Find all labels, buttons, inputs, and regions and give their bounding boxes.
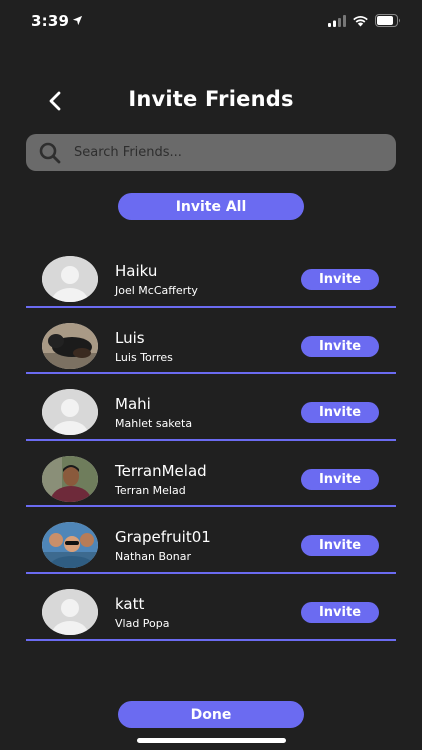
wifi-icon [353, 15, 368, 26]
location-arrow-icon [72, 15, 83, 26]
search-icon [39, 142, 61, 163]
friend-fullname: Luis Torres [115, 350, 173, 364]
friend-fullname: Terran Melad [115, 483, 186, 497]
group-photo-avatar [42, 522, 98, 569]
friend-names: Mahi Mahlet saketa [115, 394, 192, 432]
status-time: 3:39 [31, 12, 70, 30]
person-photo-avatar [42, 455, 98, 502]
invite-button[interactable]: Invite [301, 269, 379, 290]
friend-names: Luis Luis Torres [115, 328, 173, 366]
friend-row: Grapefruit01 Nathan Bonar Invite [26, 507, 396, 574]
friend-row: Mahi Mahlet saketa Invite [26, 374, 396, 441]
invite-all-button[interactable]: Invite All [118, 193, 304, 220]
friend-fullname: Joel McCafferty [115, 284, 198, 297]
default-avatar-icon [42, 588, 98, 635]
friend-username: Luis [115, 328, 145, 347]
friend-row: Luis Luis Torres Invite [26, 308, 396, 375]
friend-username: TerranMelad [115, 461, 207, 480]
invite-button[interactable]: Invite [301, 535, 379, 557]
search-bar[interactable] [26, 134, 396, 171]
invite-button[interactable]: Invite [301, 335, 379, 357]
friend-fullname: Vlad Popa [115, 616, 170, 630]
friend-names: Grapefruit01 Nathan Bonar [115, 527, 211, 565]
invite-button[interactable]: Invite [301, 468, 379, 490]
signal-icon [328, 14, 346, 27]
friend-username: Haiku [115, 262, 158, 280]
invite-button[interactable]: Invite [301, 601, 379, 623]
friend-row: katt Vlad Popa Invite [26, 574, 396, 641]
friend-username: katt [115, 594, 145, 613]
default-avatar-icon [42, 256, 98, 302]
friend-names: katt Vlad Popa [115, 594, 170, 632]
friend-row: Haiku Joel McCafferty Invite [26, 241, 396, 308]
search-input[interactable] [74, 137, 396, 168]
friend-list: Haiku Joel McCafferty Invite Luis Luis T… [26, 241, 396, 641]
friend-username: Grapefruit01 [115, 528, 211, 547]
page-title: Invite Friends [128, 87, 294, 111]
friend-username: Mahi [115, 395, 151, 414]
dog-photo-avatar [42, 322, 98, 369]
done-button[interactable]: Done [118, 701, 304, 728]
friend-row: TerranMelad Terran Melad Invite [26, 441, 396, 508]
friend-names: TerranMelad Terran Melad [115, 461, 207, 499]
home-indicator [137, 738, 286, 743]
status-icons [328, 14, 402, 27]
default-avatar-icon [42, 389, 98, 436]
invite-button[interactable]: Invite [301, 402, 379, 424]
battery-icon [375, 14, 400, 27]
status-bar: 3:39 [0, 0, 422, 44]
friend-fullname: Mahlet saketa [115, 417, 193, 431]
header: Invite Friends [0, 84, 422, 118]
friend-names: Haiku Joel McCafferty [115, 261, 198, 299]
friend-fullname: Nathan Bonar [115, 550, 191, 564]
